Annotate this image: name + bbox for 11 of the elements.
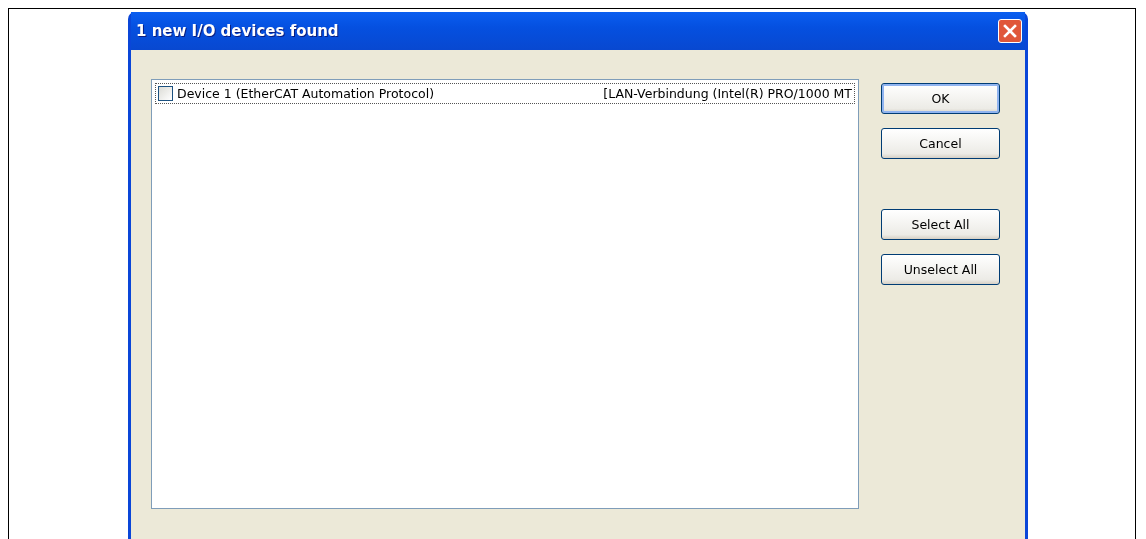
dialog-button[interactable]: Cancel: [881, 128, 1000, 159]
dialog-button[interactable]: Unselect All: [881, 254, 1000, 285]
window-title: 1 new I/O devices found: [136, 22, 339, 40]
device-row[interactable]: Device 1 (EtherCAT Automation Protocol) [LAN-Verbindung (Intel(R) PRO/1000 MT: [155, 83, 855, 104]
checkbox[interactable]: [158, 86, 173, 101]
close-button[interactable]: [998, 19, 1022, 43]
dialog-button[interactable]: Select All: [881, 209, 1000, 240]
adapter-name: [LAN-Verbindung (Intel(R) PRO/1000 MT: [603, 86, 853, 101]
close-icon: [1003, 24, 1017, 38]
dialog-button[interactable]: OK: [881, 83, 1000, 114]
device-name: Device 1 (EtherCAT Automation Protocol): [177, 86, 435, 101]
